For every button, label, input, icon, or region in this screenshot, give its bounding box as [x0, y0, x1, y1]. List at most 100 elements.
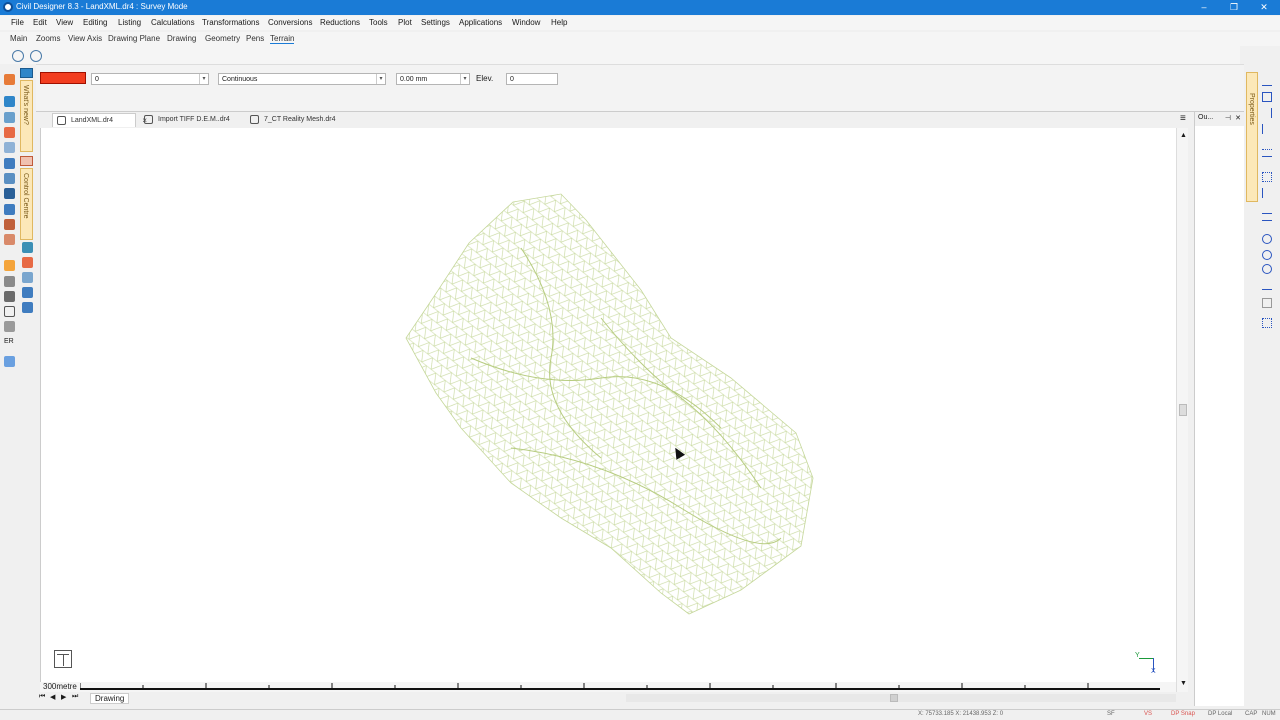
snap-point-icon[interactable]	[1262, 140, 1272, 150]
close-button[interactable]: ✕	[1256, 1, 1272, 13]
levels-tool-icon[interactable]	[4, 276, 15, 287]
window-tool-icon[interactable]	[4, 356, 15, 367]
scroll-thumb[interactable]	[1179, 404, 1187, 416]
plans-tool-icon[interactable]	[4, 234, 15, 245]
status-vs[interactable]: VS	[1144, 711, 1152, 717]
tab-zooms[interactable]: Zooms	[36, 34, 60, 43]
scroll-down-icon[interactable]: ▼	[1180, 680, 1187, 687]
next-sheet-icon[interactable]: ▶	[61, 693, 66, 701]
chevron-down-icon[interactable]: ▾	[199, 74, 208, 84]
status-dp-snap[interactable]: DP Snap	[1171, 711, 1195, 717]
menu-item-view[interactable]: View	[56, 18, 73, 27]
module-5-icon[interactable]	[22, 302, 33, 313]
menu-item-applications[interactable]: Applications	[459, 18, 502, 27]
module-icon[interactable]	[22, 242, 33, 253]
menu-item-transformations[interactable]: Transformations	[202, 18, 260, 27]
pin-icon[interactable]: ⊣	[1225, 114, 1231, 122]
er-tool-icon[interactable]: ER	[4, 338, 14, 345]
tab-terrain[interactable]: Terrain	[270, 34, 295, 44]
close-panel-icon[interactable]: ✕	[1235, 114, 1241, 122]
link-tool-icon[interactable]	[4, 291, 15, 302]
drawing-canvas[interactable]: Y X	[40, 128, 1176, 682]
snap-mid-icon[interactable]	[1262, 220, 1272, 230]
menu-item-plot[interactable]: Plot	[398, 18, 412, 27]
chevron-down-icon[interactable]: ▾	[376, 74, 385, 84]
sheet-tab-drawing[interactable]: Drawing	[90, 693, 130, 704]
menu-item-file[interactable]: File	[11, 18, 24, 27]
menu-item-reductions[interactable]: Reductions	[320, 18, 360, 27]
snap-square-icon[interactable]	[1262, 92, 1272, 102]
water-tool-icon[interactable]	[4, 158, 15, 169]
last-sheet-icon[interactable]: ⏭	[72, 693, 78, 701]
snap-quadrant-icon[interactable]	[1262, 264, 1272, 274]
snap-nearest-icon[interactable]	[1262, 280, 1272, 290]
menu-item-edit[interactable]: Edit	[33, 18, 47, 27]
side-tab-properties[interactable]: Properties	[1246, 72, 1258, 202]
menu-item-tools[interactable]: Tools	[369, 18, 388, 27]
highlight-tool-icon[interactable]	[4, 260, 15, 271]
first-sheet-icon[interactable]: ⏮	[39, 693, 45, 701]
horizontal-scrollbar[interactable]	[626, 694, 1176, 702]
menu-item-listing[interactable]: Listing	[118, 18, 141, 27]
storm-tool-icon[interactable]	[4, 173, 15, 184]
snap-all-icon[interactable]	[1262, 318, 1272, 328]
module-4-icon[interactable]	[22, 287, 33, 298]
minimize-button[interactable]: –	[1196, 1, 1212, 13]
doc-tab-reality-mesh[interactable]: 7_CT Reality Mesh.dr4	[246, 113, 350, 127]
module-3-icon[interactable]	[22, 272, 33, 283]
design-tool-icon[interactable]	[4, 112, 15, 123]
terrain-tool-icon[interactable]	[12, 50, 24, 62]
sections-tool-icon[interactable]	[4, 219, 15, 230]
menu-item-settings[interactable]: Settings	[421, 18, 450, 27]
side-tab-whats-new[interactable]: What's new?	[20, 80, 33, 152]
color-swatch[interactable]	[40, 72, 86, 84]
ucs-icon[interactable]	[54, 650, 72, 668]
scroll-up-icon[interactable]: ▲	[1180, 132, 1187, 139]
menu-item-help[interactable]: Help	[551, 18, 567, 27]
menu-item-conversions[interactable]: Conversions	[268, 18, 312, 27]
prev-sheet-icon[interactable]: ◀	[50, 693, 55, 701]
snap-endpoint-icon[interactable]	[1262, 76, 1272, 86]
sewer-tool-icon[interactable]	[4, 142, 15, 153]
tab-geometry[interactable]: Geometry	[205, 34, 240, 43]
linetype-select[interactable]: Continuous ▾	[218, 73, 386, 85]
snap-circle-icon[interactable]	[1262, 234, 1272, 244]
module-2-icon[interactable]	[22, 257, 33, 268]
snap-line-icon[interactable]	[1262, 156, 1272, 166]
chevron-down-icon[interactable]: ▾	[460, 74, 469, 84]
menu-item-window[interactable]: Window	[512, 18, 540, 27]
snap-grid-icon[interactable]	[1262, 172, 1272, 182]
network-tool-icon[interactable]	[4, 96, 15, 107]
maximize-button[interactable]: ❐	[1226, 1, 1242, 13]
terrain-tool-icon[interactable]	[4, 204, 15, 215]
hscroll-thumb[interactable]	[890, 694, 898, 702]
snap-arrow-icon[interactable]	[1262, 108, 1272, 118]
hatch-tool-icon[interactable]	[4, 321, 15, 332]
doc-tab-landxml[interactable]: LandXML.dr4 ×	[52, 113, 147, 127]
elev-field[interactable]: 0	[506, 73, 558, 85]
snap-tangent-icon[interactable]	[1262, 204, 1272, 214]
terrain-tool-2-icon[interactable]	[30, 50, 42, 62]
tab-drawing-plane[interactable]: Drawing Plane	[108, 34, 160, 43]
snap-perp-icon[interactable]	[1262, 188, 1272, 198]
tab-main[interactable]: Main	[10, 34, 27, 43]
vertical-scrollbar[interactable]: ▲ ▼	[1176, 128, 1188, 692]
doc-tab-import-tiff[interactable]: Import TIFF D.E.M..dr4	[140, 113, 244, 127]
survey-tool-icon[interactable]	[4, 74, 15, 85]
control-centre-icon[interactable]	[20, 156, 33, 166]
menu-item-editing[interactable]: Editing	[83, 18, 107, 27]
chart-tool-icon[interactable]	[4, 188, 15, 199]
tab-pens[interactable]: Pens	[246, 34, 264, 43]
status-dp-local[interactable]: DP Local	[1208, 711, 1232, 717]
snap-cross-icon[interactable]	[1262, 124, 1272, 134]
info-icon[interactable]	[20, 68, 33, 78]
tab-view-axis[interactable]: View Axis	[68, 34, 102, 43]
road-tool-icon[interactable]	[4, 127, 15, 138]
status-sf[interactable]: SF	[1107, 711, 1115, 717]
lineweight-select[interactable]: 0.00 mm ▾	[396, 73, 470, 85]
side-tab-control-centre[interactable]: Control Centre	[20, 168, 33, 240]
tab-list-menu-icon[interactable]: ≡	[1180, 113, 1186, 124]
triangle-tool-icon[interactable]	[4, 306, 15, 317]
snap-settings-icon[interactable]	[1262, 298, 1272, 308]
menu-item-calculations[interactable]: Calculations	[151, 18, 195, 27]
